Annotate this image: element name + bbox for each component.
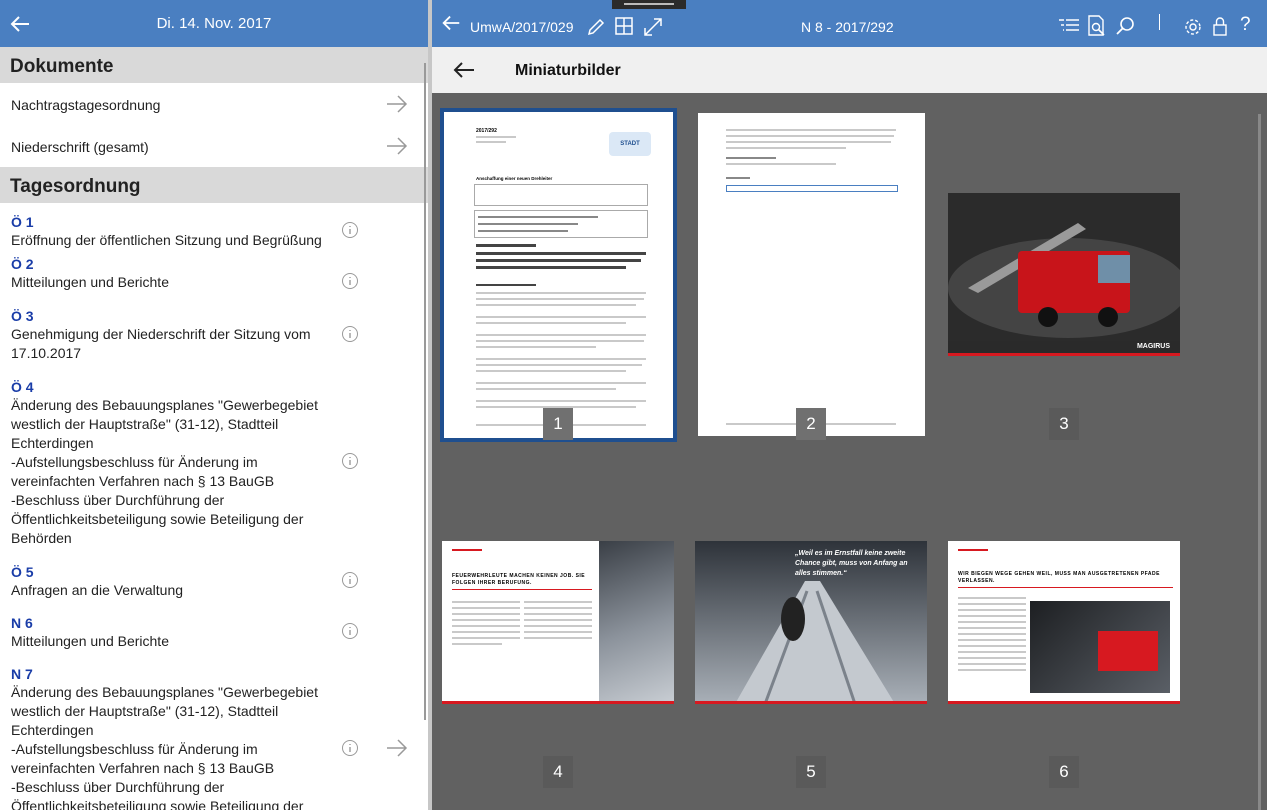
- page-quote: „Weil es im Ernstfall keine zweite Chanc…: [795, 550, 908, 577]
- page-headline: FEUERWEHRLEUTE MACHEN KEINEN JOB. SIE FO…: [452, 573, 586, 586]
- grid-icon[interactable]: [615, 17, 633, 35]
- agenda-item[interactable]: N 7 Änderung des Bebauungsplanes "Gewerb…: [11, 663, 428, 810]
- agenda-heading: Tagesordnung: [0, 167, 428, 203]
- agenda-item-title: Genehmigung der Niederschrift der Sitzun…: [11, 326, 311, 361]
- page-thumbnail[interactable]: FEUERWEHRLEUTE MACHEN KEINEN JOB. SIE FO…: [442, 541, 674, 704]
- info-icon[interactable]: [341, 739, 359, 757]
- page-number: 1: [543, 408, 573, 440]
- doc-heading: Anschaffung einer neuen Drehleiter: [476, 176, 553, 181]
- agenda-item-number: N 7: [11, 666, 33, 682]
- page-headline: WIR BIEGEN WEGE GEHEN WEIL, MUSS MAN AUS…: [958, 571, 1160, 584]
- fullscreen-icon[interactable]: [643, 17, 663, 37]
- page-number: 6: [1049, 756, 1079, 788]
- toolbar-separator: [1159, 14, 1160, 30]
- list-icon[interactable]: [1058, 17, 1080, 35]
- agenda-list: Ö 1 Eröffnung der öffentlichen Sitzung u…: [0, 203, 428, 810]
- agenda-item[interactable]: N 6 Mitteilungen und Berichte: [11, 612, 428, 663]
- scrollbar[interactable]: [1258, 114, 1261, 810]
- agenda-item-number: N 6: [11, 615, 33, 631]
- document-label: Niederschrift (gesamt): [11, 139, 149, 155]
- arrow-right-icon[interactable]: [386, 739, 408, 757]
- brand-logo: MAGIRUS: [1136, 343, 1170, 350]
- info-icon[interactable]: [341, 221, 359, 239]
- drag-handle[interactable]: [612, 0, 686, 9]
- page-thumbnail[interactable]: WIR BIEGEN WEGE GEHEN WEIL, MUSS MAN AUS…: [948, 541, 1180, 704]
- page-number: 3: [1049, 408, 1079, 440]
- agenda-item-title: Eröffnung der öffentlichen Sitzung und B…: [11, 232, 322, 248]
- document-viewer: UmwA/2017/029 N 8 - 2017/292 ? Miniaturb…: [432, 0, 1267, 810]
- document-item[interactable]: Niederschrift (gesamt): [0, 125, 428, 167]
- document-id: UmwA/2017/029: [470, 19, 574, 35]
- session-panel: Di. 14. Nov. 2017 Dokumente Nachtragstag…: [0, 0, 428, 810]
- agenda-item[interactable]: Ö 3 Genehmigung der Niederschrift der Si…: [11, 305, 428, 376]
- page-thumbnail[interactable]: MAGIRUS: [948, 193, 1180, 356]
- scrollbar[interactable]: [424, 63, 426, 720]
- view-title: Miniaturbilder: [515, 62, 621, 79]
- agenda-item-title: Mitteilungen und Berichte: [11, 633, 169, 649]
- agenda-item-title: Änderung des Bebauungsplanes "Gewerbegeb…: [11, 397, 318, 546]
- agenda-item[interactable]: Ö 1 Eröffnung der öffentlichen Sitzung u…: [11, 203, 428, 253]
- agenda-item-title: Anfragen an die Verwaltung: [11, 582, 184, 598]
- agenda-item-number: Ö 5: [11, 564, 34, 580]
- session-date: Di. 14. Nov. 2017: [156, 15, 272, 32]
- city-logo: STADT: [609, 132, 651, 156]
- back-arrow-icon[interactable]: [440, 12, 462, 34]
- app-window: Di. 14. Nov. 2017 Dokumente Nachtragstag…: [0, 0, 1267, 810]
- back-arrow-icon[interactable]: [452, 58, 476, 82]
- page-thumbnail[interactable]: „Weil es im Ernstfall keine zweite Chanc…: [695, 541, 927, 704]
- info-icon[interactable]: [341, 325, 359, 343]
- agenda-item-title: Änderung des Bebauungsplanes "Gewerbegeb…: [11, 684, 318, 810]
- agenda-item-title: Mitteilungen und Berichte: [11, 274, 169, 290]
- info-icon[interactable]: [341, 622, 359, 640]
- help-icon[interactable]: ?: [1240, 14, 1251, 36]
- lock-icon[interactable]: [1212, 16, 1228, 36]
- agenda-item[interactable]: Ö 4 Änderung des Bebauungsplanes "Gewerb…: [11, 376, 428, 561]
- info-icon[interactable]: [341, 452, 359, 470]
- fire-truck-image: [948, 193, 1180, 356]
- gear-icon[interactable]: [1183, 17, 1203, 37]
- agenda-item-number: Ö 4: [11, 379, 34, 395]
- doc-number: 2017/292: [476, 128, 497, 134]
- arrow-right-icon: [387, 95, 408, 113]
- page-id: N 8 - 2017/292: [801, 19, 894, 35]
- pencil-icon[interactable]: [586, 17, 606, 37]
- agenda-item-number: Ö 1: [11, 214, 34, 230]
- page-number: 4: [543, 756, 573, 788]
- agenda-item[interactable]: Ö 2 Mitteilungen und Berichte: [11, 253, 428, 305]
- page-number: 5: [796, 756, 826, 788]
- agenda-item-number: Ö 3: [11, 308, 34, 324]
- documents-heading: Dokumente: [0, 47, 428, 83]
- search-icon[interactable]: [1115, 16, 1135, 36]
- document-search-icon[interactable]: [1087, 15, 1107, 37]
- session-header: Di. 14. Nov. 2017: [0, 0, 428, 47]
- agenda-item-number: Ö 2: [11, 256, 34, 272]
- thumbnail-header: Miniaturbilder: [432, 47, 1267, 93]
- arrow-right-icon: [387, 137, 408, 155]
- page-thumbnail[interactable]: [698, 113, 925, 436]
- page-thumbnail-selected[interactable]: 2017/292 STADT Anschaffung einer neuen D…: [440, 108, 677, 442]
- page-number: 2: [796, 408, 826, 440]
- document-label: Nachtragstagesordnung: [11, 97, 161, 113]
- document-item[interactable]: Nachtragstagesordnung: [0, 83, 428, 125]
- info-icon[interactable]: [341, 272, 359, 290]
- viewer-toolbar: UmwA/2017/029 N 8 - 2017/292 ?: [432, 0, 1267, 47]
- info-icon[interactable]: [341, 571, 359, 589]
- agenda-item[interactable]: Ö 5 Anfragen an die Verwaltung: [11, 561, 428, 612]
